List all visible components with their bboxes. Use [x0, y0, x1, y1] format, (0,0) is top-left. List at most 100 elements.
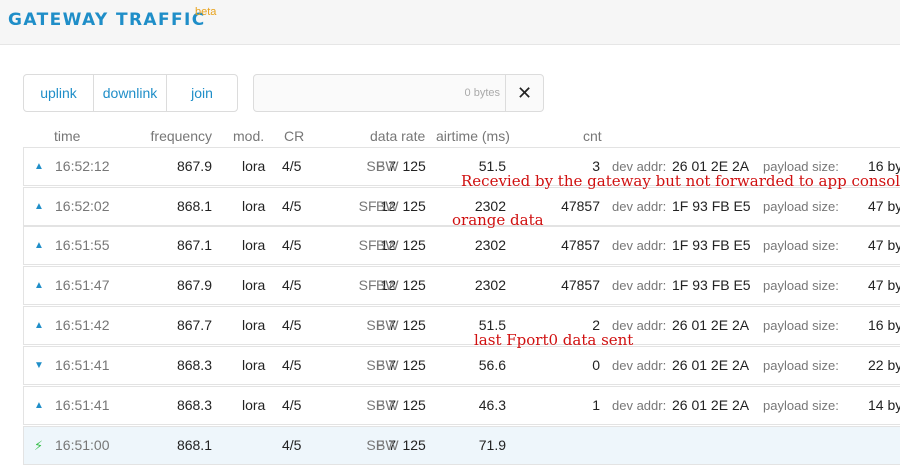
row-frequency: 868.3: [176, 397, 212, 413]
row-airtime: 56.6: [478, 357, 506, 373]
dev-addr-label: dev addr:: [612, 238, 667, 253]
row-bandwidth: BW 125: [376, 427, 426, 464]
row-frequency: 868.3: [176, 357, 212, 373]
uplink-button[interactable]: uplink: [24, 75, 94, 111]
column-header-airtime: airtime (ms): [436, 128, 510, 144]
row-frequency: 867.1: [176, 237, 212, 253]
bw-value: 125: [402, 158, 426, 174]
row-modulation: lora: [242, 237, 266, 253]
sf-label: SF: [358, 198, 377, 214]
annotation-orange-data: orange data: [452, 211, 544, 229]
bw-label: BW: [376, 277, 399, 293]
row-airtime: 71.9: [478, 437, 506, 453]
downlink-arrow-icon: ▼: [34, 360, 44, 371]
uplink-arrow-icon: ▲: [34, 161, 44, 172]
row-count: 1: [592, 397, 600, 413]
column-header-cr: CR: [284, 128, 305, 144]
row-time: 16:51:41: [55, 357, 110, 373]
payload-size-label: payload size:: [763, 358, 839, 373]
row-airtime: 2302: [474, 237, 506, 253]
dev-addr-label: dev addr:: [612, 358, 667, 373]
row-bandwidth: BW 125: [376, 188, 426, 225]
row-time: 16:51:55: [55, 237, 110, 253]
table-row[interactable]: ▲ 16:51:55 867.1 lora 4/5 SF 12 BW 125 2302 4785…: [23, 226, 900, 265]
row-frequency: 867.7: [176, 317, 212, 333]
payload-size-label: payload size:: [763, 278, 839, 293]
bw-value: 125: [402, 357, 426, 373]
column-header-frequency: frequency: [150, 128, 212, 144]
uplink-arrow-icon: ▲: [34, 201, 44, 212]
dev-addr-label: dev addr:: [612, 199, 667, 214]
row-time: 16:51:42: [55, 317, 110, 333]
row-coding-rate: 4/5: [282, 357, 302, 373]
column-header-cnt: cnt: [583, 128, 602, 144]
row-modulation: lora: [242, 357, 266, 373]
bw-value: 125: [402, 317, 426, 333]
sf-label: SF: [358, 277, 377, 293]
row-frequency: 868.1: [176, 437, 212, 453]
beta-badge: beta: [195, 6, 217, 18]
payload-size-label: payload size:: [763, 398, 839, 413]
row-payload-size: 16 bytes: [868, 317, 900, 333]
row-bandwidth: BW 125: [376, 387, 426, 424]
row-modulation: lora: [242, 277, 266, 293]
table-row[interactable]: ▼ 16:51:41 868.3 lora 4/5 SF 7 BW 125 56.6 0 dev …: [23, 346, 900, 385]
row-count: 0: [592, 357, 600, 373]
row-count: 47857: [561, 237, 600, 253]
annotation-last-fport0: last Fport0 data sent: [474, 331, 634, 349]
row-time: 16:51:41: [55, 397, 110, 413]
uplink-arrow-icon: ▲: [34, 320, 44, 331]
bw-label: BW: [376, 437, 399, 453]
bw-value: 125: [402, 437, 426, 453]
row-time: 16:51:47: [55, 277, 110, 293]
row-modulation: lora: [242, 397, 266, 413]
row-dev-addr: 26 01 2E 2A: [672, 397, 750, 413]
join-button[interactable]: join: [167, 75, 237, 111]
row-bandwidth: BW 125: [376, 307, 426, 344]
row-count: 47857: [561, 277, 600, 293]
row-dev-addr: 26 01 2E 2A: [672, 317, 750, 333]
row-dev-addr: 1F 93 FB E5: [672, 237, 751, 253]
row-payload-size: 14 bytes: [868, 397, 900, 413]
row-coding-rate: 4/5: [282, 437, 302, 453]
downlink-button[interactable]: downlink: [94, 75, 167, 111]
bw-value: 125: [402, 277, 426, 293]
uplink-arrow-icon: ▲: [34, 240, 44, 251]
page-header: GATEWAY TRAFFIC beta: [0, 0, 900, 45]
bw-value: 125: [402, 198, 426, 214]
payload-size-label: payload size:: [763, 199, 839, 214]
row-coding-rate: 4/5: [282, 158, 302, 174]
row-coding-rate: 4/5: [282, 317, 302, 333]
sf-label: SF: [358, 237, 377, 253]
row-bandwidth: BW 125: [376, 347, 426, 384]
row-payload-size: 47 bytes: [868, 277, 900, 293]
bw-label: BW: [376, 397, 399, 413]
bw-label: BW: [376, 198, 399, 214]
row-airtime: 46.3: [478, 397, 506, 413]
traffic-type-filter: uplink downlink join: [23, 74, 238, 112]
lightning-bolt-icon: ⚡: [34, 438, 44, 453]
row-coding-rate: 4/5: [282, 198, 302, 214]
dev-addr-label: dev addr:: [612, 398, 667, 413]
row-bandwidth: BW 125: [376, 267, 426, 304]
filter-input[interactable]: [256, 77, 506, 109]
table-row[interactable]: ▲ 16:51:42 867.7 lora 4/5 SF 7 BW 125 51.5 2 dev …: [23, 306, 900, 345]
table-row[interactable]: ▲ 16:51:47 867.9 lora 4/5 SF 12 BW 125 2302 4785…: [23, 266, 900, 305]
bw-label: BW: [376, 158, 399, 174]
search-filter: ✕: [253, 74, 544, 112]
row-payload-size: 47 bytes: [868, 237, 900, 253]
row-payload-size: 47 bytes: [868, 198, 900, 214]
row-frequency: 867.9: [176, 158, 212, 174]
payload-size-label: payload size:: [763, 238, 839, 253]
close-icon[interactable]: ✕: [505, 75, 543, 111]
payload-size-label: payload size:: [763, 318, 839, 333]
column-header-time: time: [54, 128, 81, 144]
uplink-arrow-icon: ▲: [34, 400, 44, 411]
table-row[interactable]: ▲ 16:51:41 868.3 lora 4/5 SF 7 BW 125 46.3 1 dev …: [23, 386, 900, 425]
table-row[interactable]: ⚡ 16:51:00 868.1 4/5 SF 7 BW 125 71.9: [23, 426, 900, 465]
row-airtime: 2302: [474, 277, 506, 293]
bw-value: 125: [402, 397, 426, 413]
bw-value: 125: [402, 237, 426, 253]
bw-label: BW: [376, 357, 399, 373]
row-payload-size: 22 bytes: [868, 357, 900, 373]
